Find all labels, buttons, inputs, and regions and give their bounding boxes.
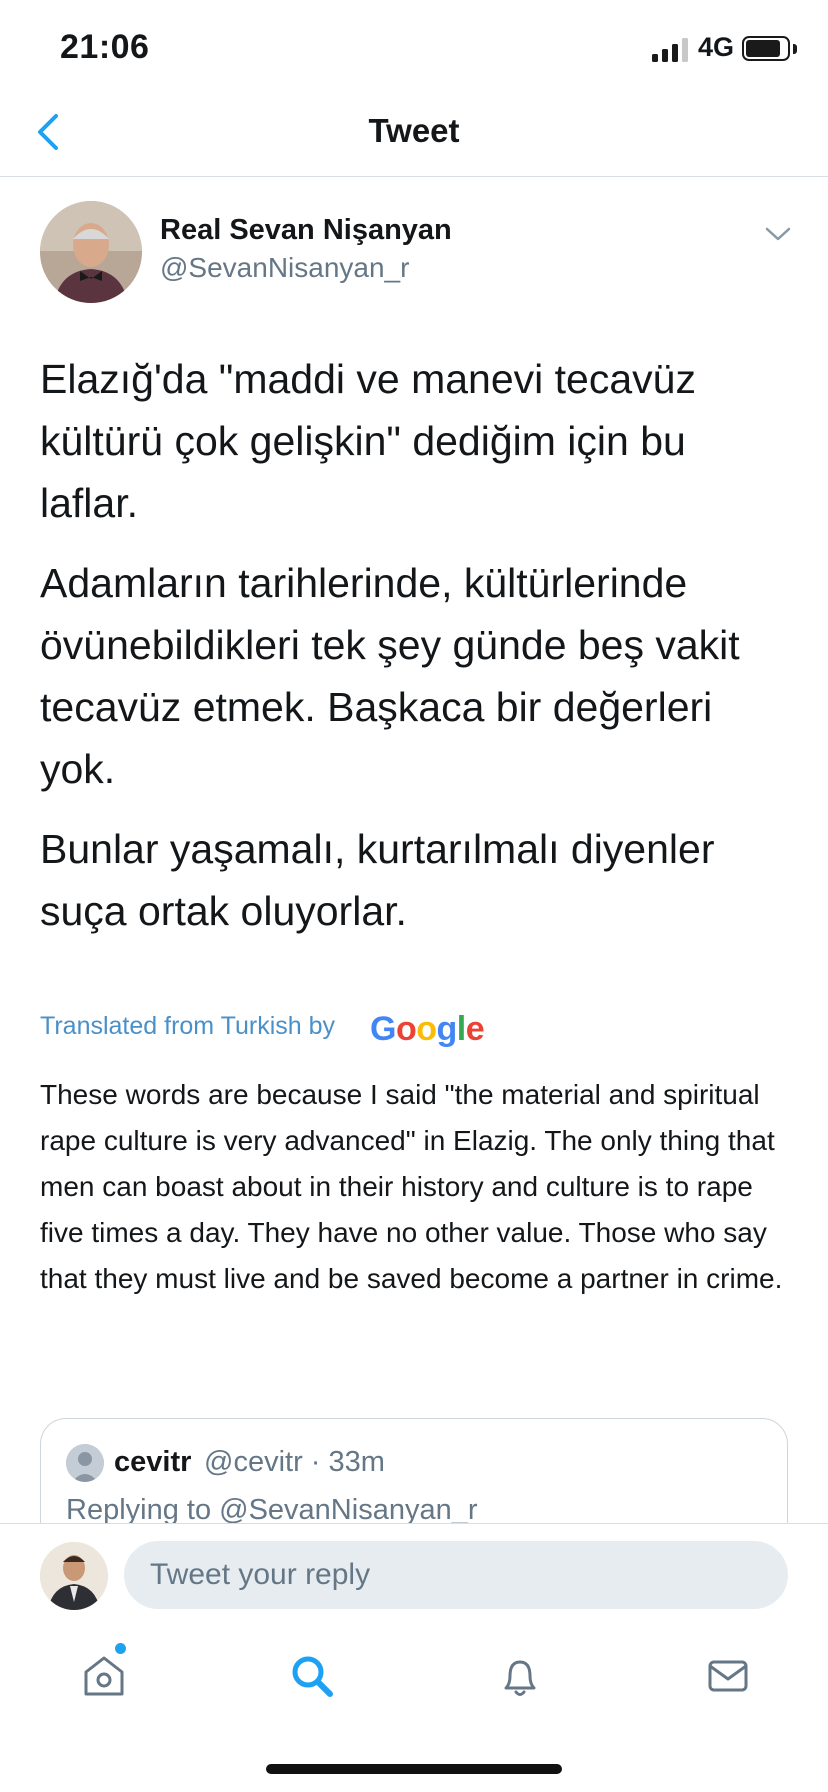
network-type: 4G [698,32,735,62]
author-avatar[interactable] [40,201,142,303]
tweet-paragraph: Adamların tarihlerinde, kültürlerinde öv… [40,560,740,792]
battery-icon [742,36,790,61]
tweet-paragraph: Elazığ'da "maddi ve manevi tecavüz kültü… [40,356,696,526]
tab-home[interactable] [80,1652,128,1700]
tweet-text: Elazığ'da "maddi ve manevi tecavüz kültü… [40,348,790,960]
signal-strength-icon [652,38,688,62]
bell-icon [504,1660,536,1696]
reply-avatar[interactable] [66,1444,104,1482]
translated-label: Translated from Turkish by [40,1012,336,1040]
translation-text: These words are because I said "the mate… [40,1079,783,1294]
reply-author-meta: @cevitr · 33m [204,1446,385,1478]
status-time: 21:06 [60,28,150,66]
battery-tip [793,44,797,54]
tweet-paragraph: Bunlar yaşamalı, kurtarılmalı diyenler s… [40,826,715,934]
tab-notifications[interactable] [496,1652,544,1700]
home-indicator [266,1764,562,1774]
tab-search[interactable] [288,1652,336,1700]
google-logo: Google [370,1010,485,1048]
author-name[interactable]: Real Sevan Nişanyan [160,214,452,247]
page-title: Tweet [368,112,460,149]
notification-dot [115,1643,126,1654]
author-handle[interactable]: @SevanNisanyan_r [160,252,409,284]
home-icon [84,1656,124,1696]
user-avatar[interactable] [40,1542,108,1610]
chevron-down-icon[interactable] [765,226,791,242]
reply-author-name[interactable]: cevitr [114,1446,191,1479]
mail-icon [708,1660,748,1692]
reply-input[interactable]: Tweet your reply [124,1541,788,1609]
tab-messages[interactable] [704,1652,752,1700]
search-icon [292,1656,333,1697]
